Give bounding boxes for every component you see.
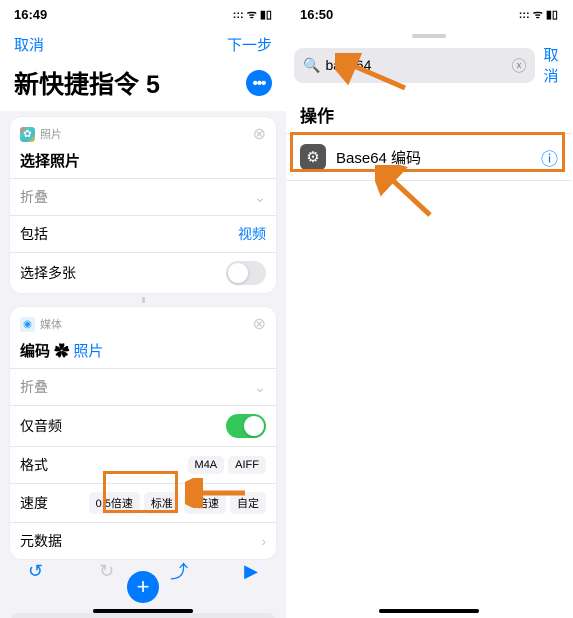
- action-card-media: ◉ 媒体 ⊗ 编码 ✿ 照片 折叠 ⌄ 仅音频 格式 M4A AIFF 速度 0…: [10, 307, 276, 559]
- sheet-handle[interactable]: [412, 34, 446, 38]
- multi-select-row: 选择多张: [10, 252, 276, 293]
- photos-app-icon: ✿: [20, 127, 35, 142]
- cancel-button[interactable]: 取消: [14, 34, 44, 55]
- card-title: 编码 ✿ 照片: [10, 337, 276, 368]
- status-bar: 16:50 ::: ᯤ ▮▯: [286, 0, 572, 28]
- card-title: 选择照片: [10, 147, 276, 178]
- page-title: 新快捷指令 5: [14, 65, 160, 101]
- title-row: 新快捷指令 5 •••: [0, 61, 286, 111]
- info-icon[interactable]: ⓘ: [541, 145, 558, 170]
- next-button[interactable]: 下一步: [227, 34, 272, 55]
- chevron-right-icon: ›: [261, 533, 266, 549]
- toggle-on[interactable]: [226, 414, 266, 438]
- search-bar[interactable]: 🔍: [10, 613, 276, 618]
- result-label: Base64 编码: [336, 147, 531, 168]
- seg-half[interactable]: 0.5倍速: [89, 492, 140, 514]
- row-label: 仅音频: [20, 416, 62, 436]
- search-field[interactable]: 🔍 ⓧ: [294, 48, 535, 83]
- seg-2x[interactable]: 2倍速: [184, 492, 226, 514]
- card-header: ◉ 媒体 ⊗: [10, 307, 276, 337]
- row-label: 包括: [20, 224, 48, 244]
- cancel-button[interactable]: 取消: [543, 44, 564, 86]
- status-icons: ::: ᯤ ▮▯: [519, 7, 558, 22]
- bottom-toolbar: ↺ ↻ ⤴ ▶: [0, 550, 286, 592]
- row-label: 折叠: [20, 377, 48, 397]
- collapse-row[interactable]: 折叠 ⌄: [10, 368, 276, 405]
- result-base64[interactable]: ⚙ Base64 编码 ⓘ: [286, 133, 572, 181]
- format-row: 格式 M4A AIFF: [10, 446, 276, 483]
- search-input[interactable]: [325, 57, 506, 73]
- close-icon[interactable]: ⊗: [253, 314, 266, 334]
- row-label: 格式: [20, 455, 48, 475]
- redo-icon: ↻: [99, 561, 114, 582]
- speed-options: 0.5倍速 标准 2倍速 自定: [89, 492, 266, 514]
- home-indicator: [379, 609, 479, 613]
- card-app-label: 照片: [40, 126, 248, 142]
- row-label: 选择多张: [20, 263, 76, 283]
- audio-only-row: 仅音频: [10, 405, 276, 446]
- undo-icon[interactable]: ↺: [28, 561, 43, 582]
- share-icon[interactable]: ⤴: [170, 558, 188, 584]
- row-label: 元数据: [20, 531, 62, 551]
- chevron-down-icon: ⌄: [254, 189, 266, 206]
- format-options: M4A AIFF: [188, 456, 266, 474]
- nav-bar: 取消 下一步: [0, 28, 286, 61]
- card-app-label: 媒体: [40, 316, 248, 332]
- gear-icon: ⚙: [300, 144, 326, 170]
- home-indicator: [93, 609, 193, 613]
- row-value[interactable]: 视频: [238, 224, 266, 244]
- toggle-off[interactable]: [226, 261, 266, 285]
- title-prefix: 编码: [20, 343, 50, 360]
- collapse-row[interactable]: 折叠 ⌄: [10, 178, 276, 215]
- card-header: ✿ 照片 ⊗: [10, 117, 276, 147]
- status-bar: 16:49 ::: ᯤ ▮▯: [0, 0, 286, 28]
- row-label: 速度: [20, 493, 48, 513]
- chevron-down-icon: ⌄: [254, 379, 266, 396]
- search-icon: 🔍: [303, 57, 320, 74]
- close-icon[interactable]: ⊗: [253, 124, 266, 144]
- include-row[interactable]: 包括 视频: [10, 215, 276, 252]
- status-time: 16:50: [300, 7, 333, 22]
- speed-row: 速度 0.5倍速 标准 2倍速 自定: [10, 483, 276, 522]
- seg-aiff[interactable]: AIFF: [228, 456, 266, 474]
- title-pill[interactable]: 照片: [73, 343, 103, 360]
- section-title: 操作: [286, 90, 572, 133]
- sheet-search-row: 🔍 ⓧ 取消: [286, 40, 572, 90]
- right-phone: 16:50 ::: ᯤ ▮▯ 🔍 ⓧ 取消 操作 ⚙ Base64 编码 ⓘ: [286, 0, 572, 618]
- seg-m4a[interactable]: M4A: [188, 456, 225, 474]
- photos-pill-icon: ✿: [54, 343, 73, 360]
- seg-custom[interactable]: 自定: [230, 492, 266, 514]
- left-phone: 16:49 ::: ᯤ ▮▯ 取消 下一步 新快捷指令 5 ••• ✿ 照片 ⊗…: [0, 0, 286, 618]
- connector-line: [142, 297, 145, 303]
- status-icons: ::: ᯤ ▮▯: [233, 7, 272, 22]
- seg-std[interactable]: 标准: [144, 492, 180, 514]
- more-button[interactable]: •••: [246, 70, 272, 96]
- row-label: 折叠: [20, 187, 48, 207]
- play-icon[interactable]: ▶: [244, 561, 258, 582]
- media-app-icon: ◉: [20, 317, 35, 332]
- action-card-photos: ✿ 照片 ⊗ 选择照片 折叠 ⌄ 包括 视频 选择多张: [10, 117, 276, 293]
- status-time: 16:49: [14, 7, 47, 22]
- clear-icon[interactable]: ⓧ: [511, 55, 526, 76]
